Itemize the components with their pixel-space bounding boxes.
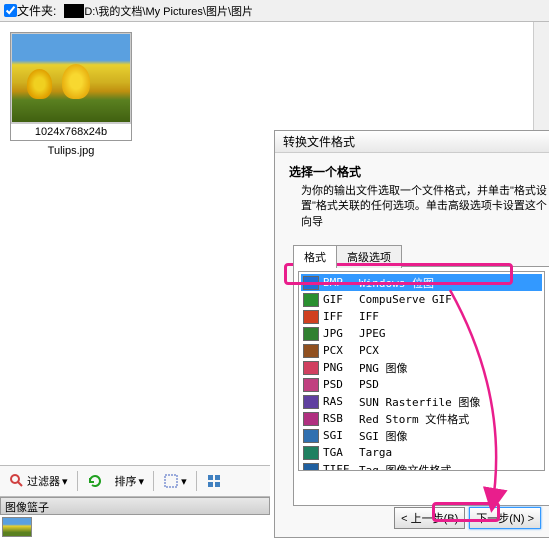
basket-thumbnail[interactable] (2, 517, 32, 537)
sort-button[interactable]: 排序 ▾ (110, 470, 150, 492)
format-icon (303, 327, 319, 341)
thumbnail-dimensions: 1024x768x24b (11, 123, 131, 140)
prev-button[interactable]: < 上一步(B) (394, 507, 465, 529)
format-desc: CompuServe GIF (359, 293, 452, 306)
format-desc: Red Storm 文件格式 (359, 411, 469, 427)
thumbnail-filename: Tulips.jpg (10, 141, 132, 161)
format-row-psd[interactable]: PSDPSD (301, 376, 542, 393)
thumbnail-image (11, 33, 131, 123)
format-ext: JPG (323, 327, 359, 340)
sort-label: 排序 (115, 473, 137, 489)
folder-checkbox[interactable] (4, 4, 17, 17)
format-row-sgi[interactable]: SGISGI 图像 (301, 427, 542, 444)
format-icon (303, 395, 319, 409)
format-ext: GIF (323, 293, 359, 306)
format-icon (303, 412, 319, 426)
grid-icon (206, 473, 222, 489)
tab-bar: 格式 高级选项 (293, 245, 401, 268)
format-row-bmp[interactable]: BMPWindows 位图 (301, 274, 542, 291)
format-icon (303, 310, 319, 324)
dialog-heading: 选择一个格式 (289, 163, 549, 180)
tab-format[interactable]: 格式 (293, 245, 337, 268)
format-icon (303, 429, 319, 443)
format-row-png[interactable]: PNGPNG 图像 (301, 359, 542, 376)
basket-header[interactable]: 图像篮子 (0, 497, 270, 515)
format-ext: TIFF (323, 463, 359, 471)
format-icon (303, 446, 319, 460)
format-ext: PCX (323, 344, 359, 357)
select-icon (163, 473, 179, 489)
dialog-body: 选择一个格式 为你的输出文件选取一个文件格式，并单击"格式设置"格式关联的任何选… (275, 153, 549, 506)
tab-advanced[interactable]: 高级选项 (336, 245, 402, 268)
format-row-pcx[interactable]: PCXPCX (301, 342, 542, 359)
format-desc: IFF (359, 310, 379, 323)
format-row-jpg[interactable]: JPGJPEG (301, 325, 542, 342)
format-row-tga[interactable]: TGATarga (301, 444, 542, 461)
bottom-toolbar: 过滤器 ▾ 排序 ▾ ▾ (0, 465, 270, 497)
dialog-button-bar: < 上一步(B) 下一步(N) > (394, 507, 541, 529)
filter-icon (9, 473, 25, 489)
drive-icon (64, 4, 84, 18)
format-ext: PNG (323, 361, 359, 374)
format-row-rsb[interactable]: RSBRed Storm 文件格式 (301, 410, 542, 427)
format-ext: SGI (323, 429, 359, 442)
format-desc: PSD (359, 378, 379, 391)
thumbnail-item[interactable]: 1024x768x24b (10, 32, 132, 141)
refresh-icon (87, 473, 103, 489)
folder-bar: 文件夹: D:\我的文档\My Pictures\图片\图片 (0, 0, 549, 22)
filter-button[interactable]: 过滤器 ▾ (4, 470, 73, 492)
format-icon (303, 361, 319, 375)
format-row-ras[interactable]: RASSUN Rasterfile 图像 (301, 393, 542, 410)
format-row-tiff[interactable]: TIFFTag 图像文件格式 (301, 461, 542, 471)
format-desc: PNG 图像 (359, 360, 408, 376)
format-icon (303, 276, 319, 290)
view-button[interactable] (201, 470, 227, 492)
format-icon (303, 463, 319, 472)
format-icon (303, 293, 319, 307)
chevron-down-icon: ▾ (139, 475, 145, 488)
format-desc: Targa (359, 446, 392, 459)
format-desc: SGI 图像 (359, 428, 408, 444)
format-ext: RAS (323, 395, 359, 408)
format-ext: IFF (323, 310, 359, 323)
basket-body (0, 515, 270, 538)
next-button[interactable]: 下一步(N) > (469, 507, 541, 529)
format-ext: TGA (323, 446, 359, 459)
toolbar-separator (153, 471, 154, 491)
format-desc: PCX (359, 344, 379, 357)
select-button[interactable]: ▾ (158, 470, 192, 492)
chevron-down-icon: ▾ (62, 475, 68, 488)
format-ext: RSB (323, 412, 359, 425)
chevron-down-icon: ▾ (181, 475, 187, 488)
format-ext: PSD (323, 378, 359, 391)
format-list[interactable]: BMPWindows 位图GIFCompuServe GIFIFFIFFJPGJ… (298, 271, 545, 471)
toolbar-separator (77, 471, 78, 491)
thumbnail-pane: 1024x768x24b Tulips.jpg (0, 22, 270, 462)
folder-label: 文件夹: (17, 2, 56, 19)
toolbar-separator (196, 471, 197, 491)
format-row-gif[interactable]: GIFCompuServe GIF (301, 291, 542, 308)
format-icon (303, 344, 319, 358)
filter-label: 过滤器 (27, 473, 60, 489)
format-desc: JPEG (359, 327, 386, 340)
format-row-iff[interactable]: IFFIFF (301, 308, 542, 325)
format-desc: Tag 图像文件格式 (359, 462, 452, 472)
convert-format-dialog: 转换文件格式 选择一个格式 为你的输出文件选取一个文件格式，并单击"格式设置"格… (274, 130, 549, 538)
format-desc: SUN Rasterfile 图像 (359, 394, 480, 410)
format-icon (303, 378, 319, 392)
folder-path: D:\我的文档\My Pictures\图片\图片 (84, 3, 253, 19)
tabs-container: 格式 高级选项 BMPWindows 位图GIFCompuServe GIFIF… (293, 266, 549, 506)
refresh-button[interactable] (82, 470, 108, 492)
format-ext: BMP (323, 276, 359, 289)
format-desc: Windows 位图 (359, 275, 434, 291)
dialog-description: 为你的输出文件选取一个文件格式，并单击"格式设置"格式关联的任何选项。单击高级选… (289, 184, 549, 230)
dialog-title: 转换文件格式 (275, 131, 549, 153)
